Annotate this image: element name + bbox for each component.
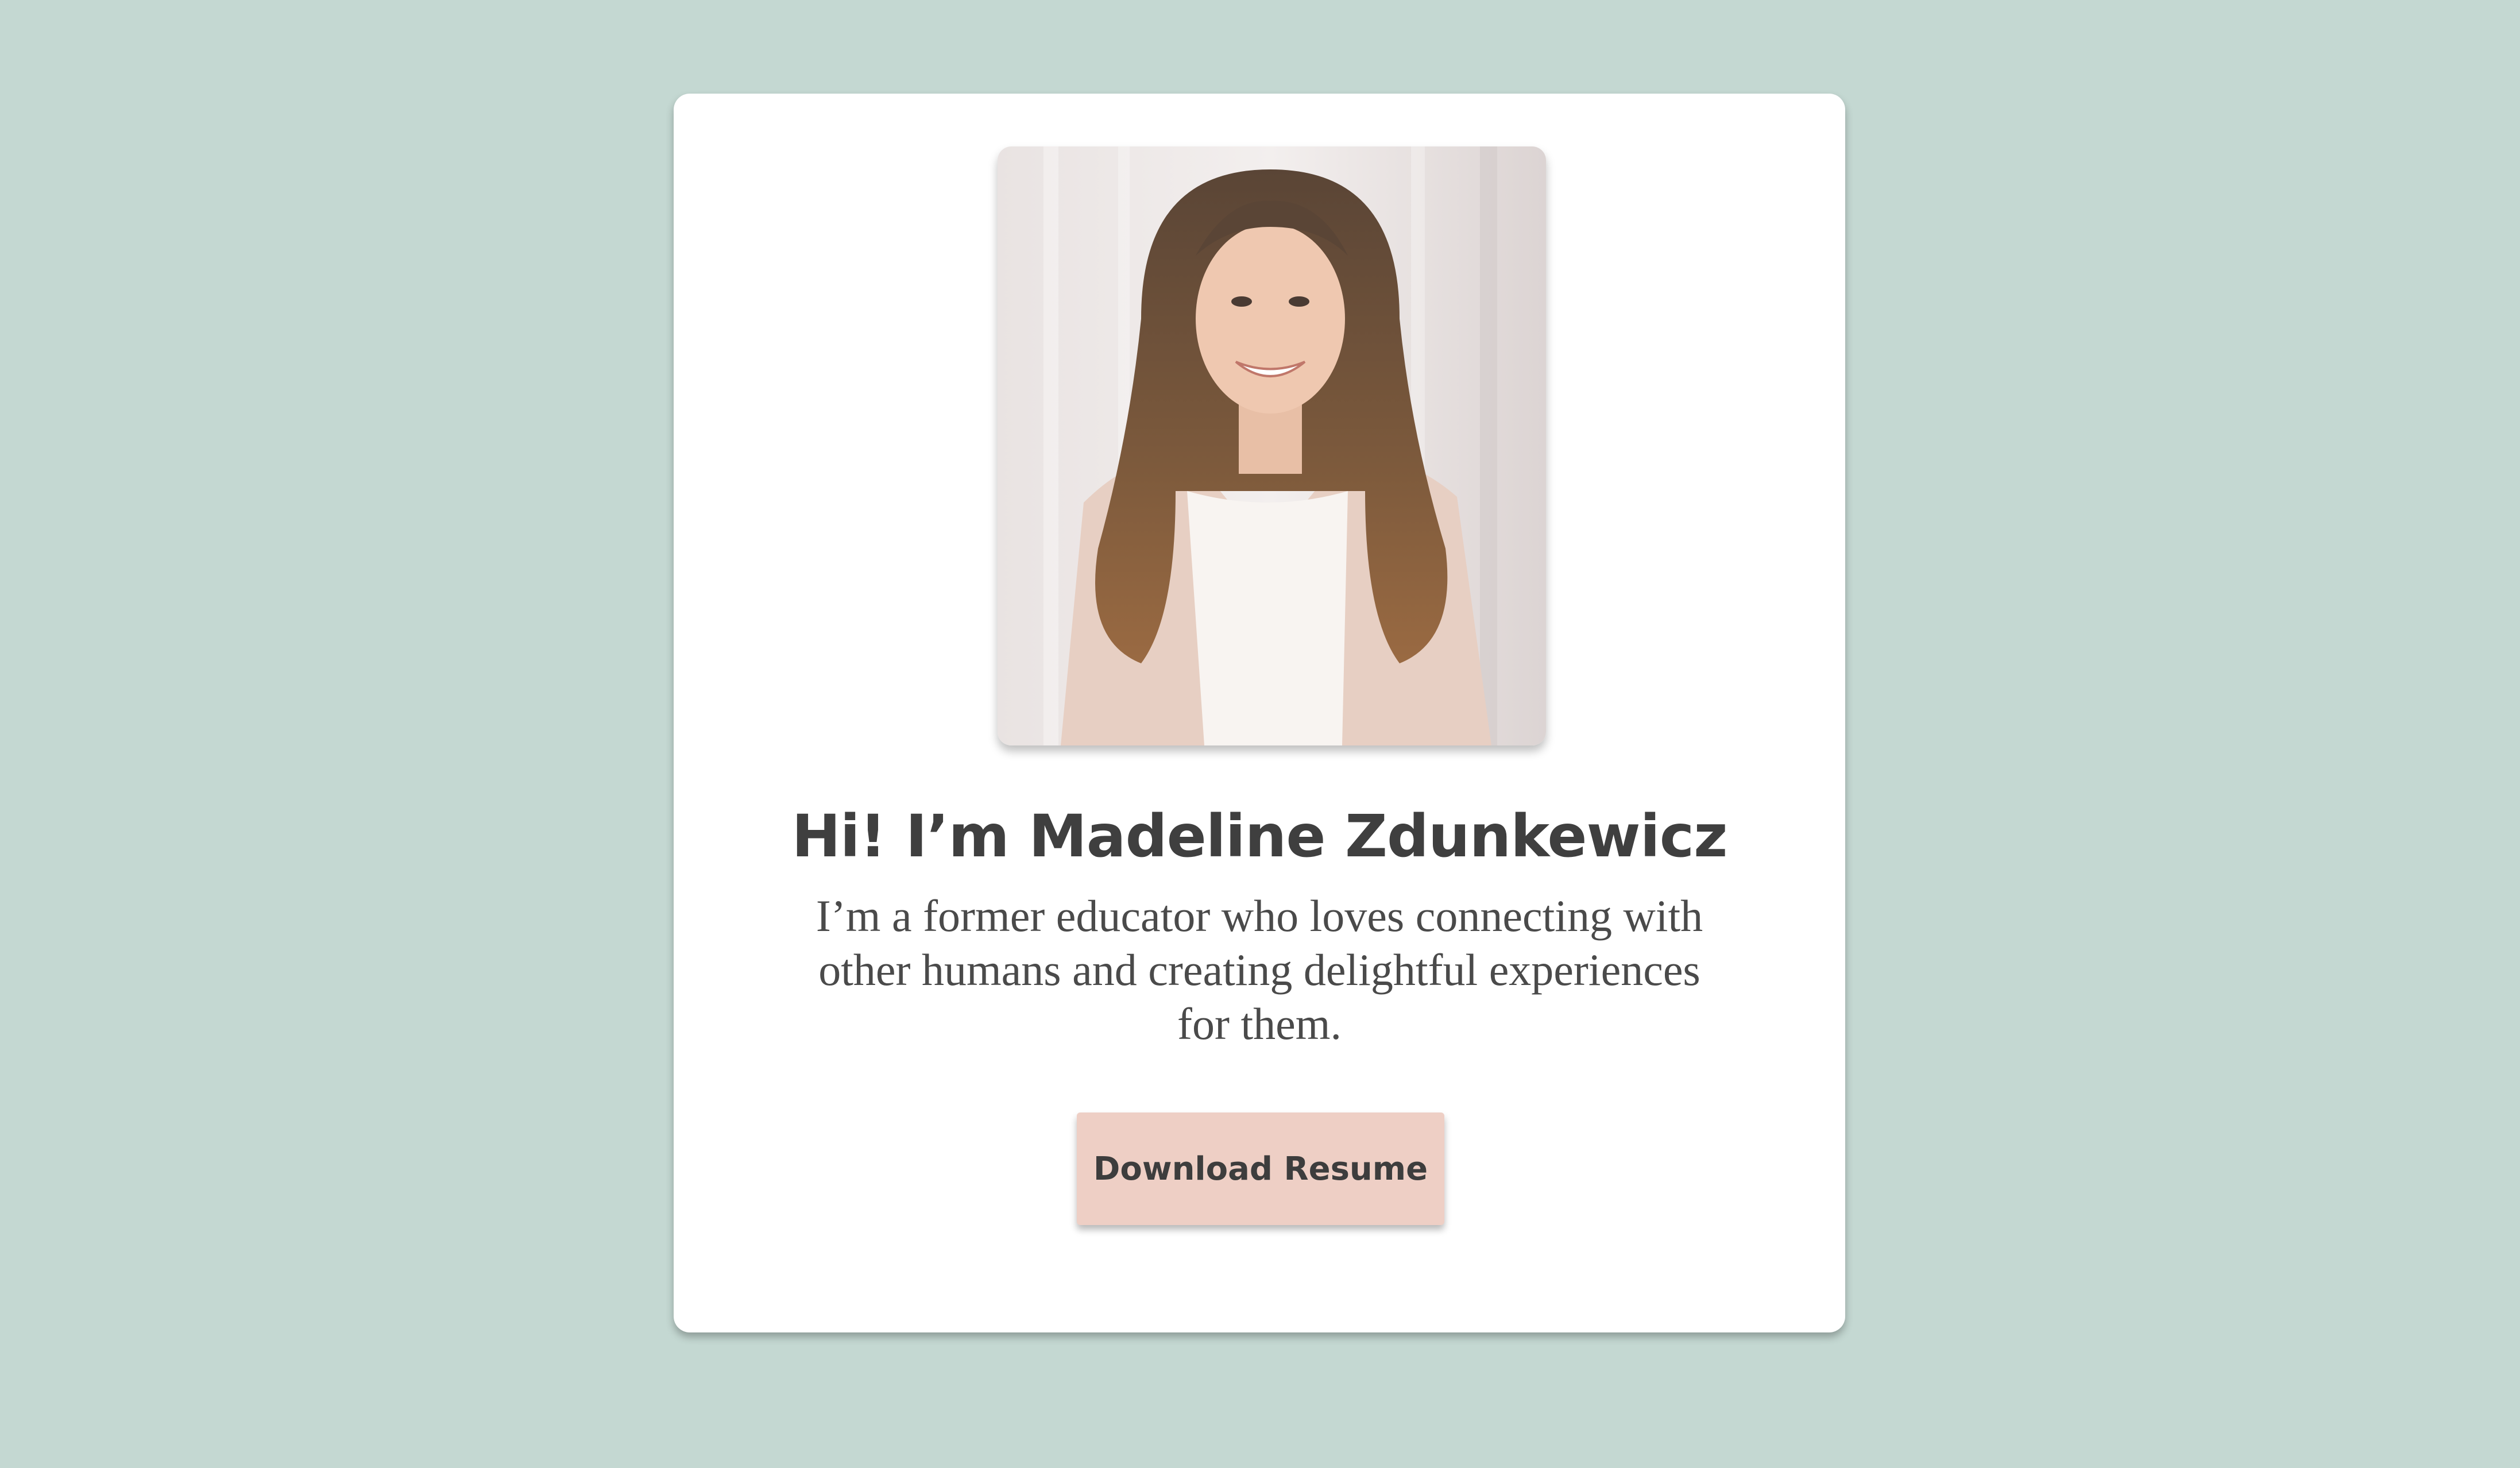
download-resume-button[interactable]: Download Resume — [1077, 1112, 1444, 1225]
portrait-image — [998, 146, 1546, 745]
profile-card: Hi! I’m Madeline Zdunkewicz I’m a former… — [674, 94, 1845, 1332]
profile-photo — [998, 146, 1546, 745]
page-title: Hi! I’m Madeline Zdunkewicz — [791, 802, 1727, 871]
intro-text: I’m a former educator who loves connecti… — [815, 891, 1703, 1049]
